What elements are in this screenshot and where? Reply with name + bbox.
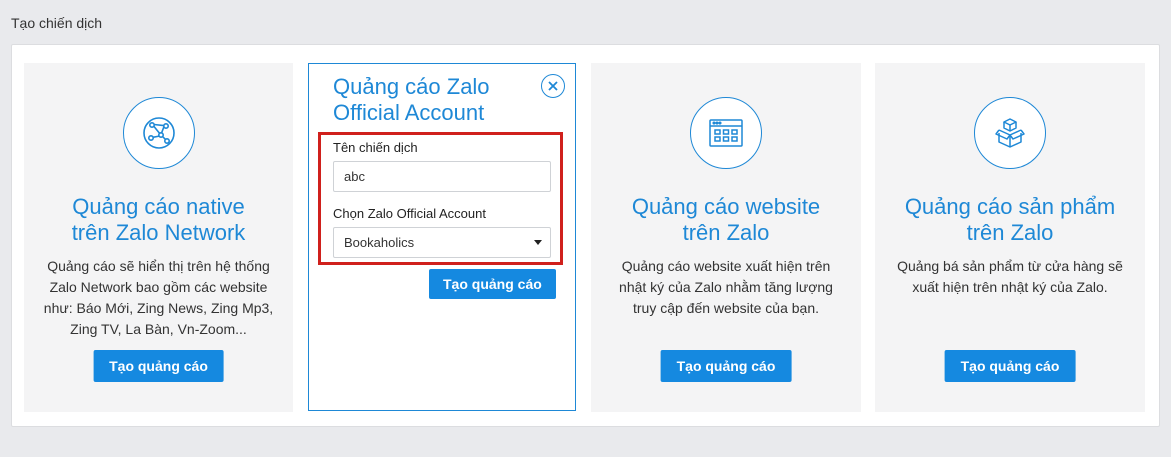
card-title: Quảng cáo website trên Zalo: [631, 194, 821, 245]
card-description: Quảng bá sản phẩm từ cửa hàng sẽ xuất hi…: [897, 258, 1123, 295]
create-ad-button[interactable]: Tạo quảng cáo: [944, 350, 1076, 382]
card-title: Quảng cáo sản phẩm trên Zalo: [904, 194, 1116, 245]
campaign-type-panel: Quảng cáo native trên Zalo Network Quảng…: [11, 44, 1160, 427]
account-select[interactable]: Bookaholics: [333, 227, 551, 258]
browser-window-icon: [690, 97, 762, 169]
account-label: Chọn Zalo Official Account: [333, 206, 486, 221]
card-product-ads: Quảng cáo sản phẩm trên Zalo Quảng bá sả…: [875, 63, 1145, 412]
globe-network-icon: [122, 97, 195, 169]
card-official-account-form: Quảng cáo Zalo Official Account Tên chiế…: [308, 63, 576, 411]
product-boxes-icon: [974, 97, 1046, 169]
card-title: Quảng cáo native trên Zalo Network: [71, 194, 246, 245]
page-title: Tạo chiến dịch: [11, 15, 103, 31]
create-ad-button[interactable]: Tạo quảng cáo: [429, 269, 556, 299]
card-description: Quảng cáo website xuất hiện trên nhật ký…: [619, 258, 833, 316]
card-native-ads: Quảng cáo native trên Zalo Network Quảng…: [24, 63, 293, 412]
close-icon[interactable]: [541, 74, 565, 98]
caret-down-icon: [534, 240, 542, 245]
card-description: Quảng cáo sẽ hiển thị trên hệ thống Zalo…: [43, 258, 274, 337]
campaign-name-label: Tên chiến dịch: [333, 140, 418, 155]
campaign-name-input[interactable]: [333, 161, 551, 192]
form-title: Quảng cáo Zalo Official Account: [333, 74, 490, 125]
create-ad-button[interactable]: Tạo quảng cáo: [93, 350, 224, 382]
account-select-value: Bookaholics: [344, 235, 415, 250]
card-website-ads: Quảng cáo website trên Zalo Quảng cáo we…: [591, 63, 861, 412]
create-ad-button[interactable]: Tạo quảng cáo: [660, 350, 792, 382]
